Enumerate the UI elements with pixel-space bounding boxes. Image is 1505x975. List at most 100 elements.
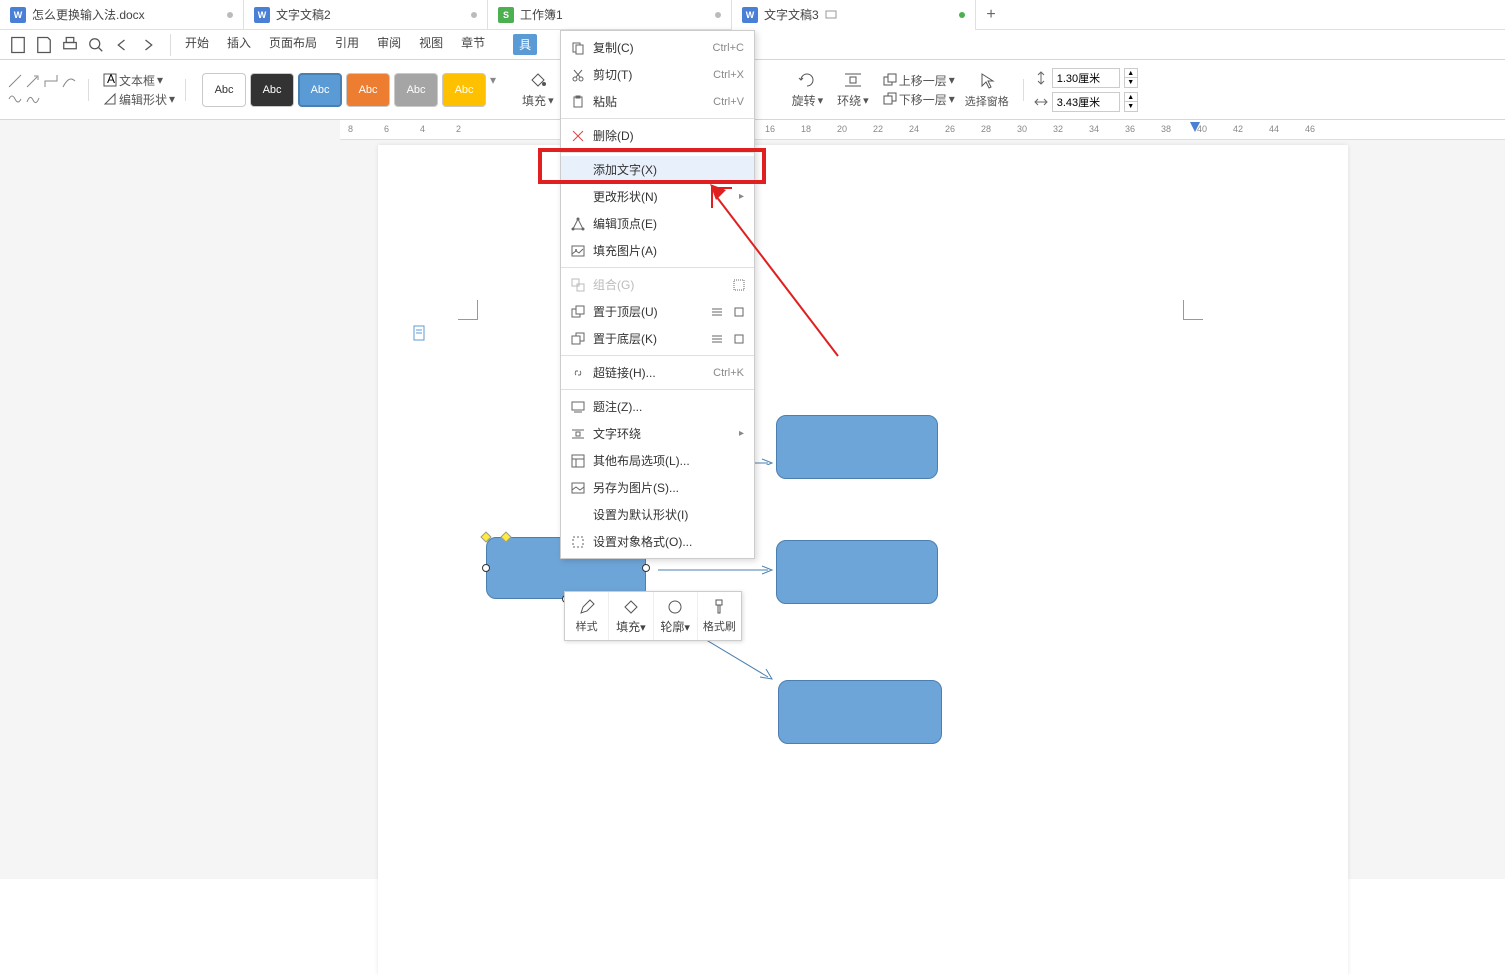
resize-handle[interactable] (482, 564, 490, 572)
caption-icon (571, 400, 585, 414)
mini-fill-button[interactable]: 填充▾ (609, 592, 653, 640)
edit-shape-icon (103, 92, 117, 106)
menu-view[interactable]: 视图 (419, 34, 443, 55)
more-styles-button[interactable]: ▾ (490, 73, 506, 107)
drawing-tools-tab[interactable]: 具 (513, 34, 537, 55)
mini-outline-button[interactable]: 轮廓▾ (654, 592, 698, 640)
delete-icon (571, 129, 585, 143)
cm-edit-points[interactable]: 编辑顶点(E) (561, 210, 754, 237)
mini-toolbar: 样式 填充▾ 轮廓▾ 格式刷 (564, 591, 742, 641)
cm-add-text[interactable]: 添加文字(X) (561, 156, 754, 183)
horizontal-ruler[interactable]: 8 6 4 2 16 18 20 22 24 26 28 30 32 34 36… (340, 120, 1505, 140)
tab-indicator (227, 12, 233, 18)
bring-forward-icon (883, 73, 897, 87)
pen-icon (578, 598, 596, 616)
document-page[interactable]: 样式 填充▾ 轮廓▾ 格式刷 (378, 145, 1348, 975)
layer-icon[interactable] (710, 332, 724, 346)
mini-format-painter-button[interactable]: 格式刷 (698, 592, 741, 640)
cm-delete[interactable]: 删除(D) (561, 122, 754, 149)
cm-paste[interactable]: 粘贴 Ctrl+V (561, 88, 754, 115)
context-menu: 复制(C) Ctrl+C 剪切(T) Ctrl+X 粘贴 Ctrl+V 删除(D… (560, 30, 755, 559)
new-doc-button[interactable] (8, 35, 28, 55)
cm-copy[interactable]: 复制(C) Ctrl+C (561, 34, 754, 61)
tab-doc1[interactable]: W 怎么更换输入法.docx (0, 0, 244, 30)
cm-text-wrap[interactable]: 文字环绕 ▸ (561, 420, 754, 447)
mini-style-button[interactable]: 样式 (565, 592, 609, 640)
new-tab-button[interactable]: + (976, 6, 1006, 24)
layer-icon[interactable] (732, 332, 746, 346)
cm-hyperlink[interactable]: 超链接(H)... Ctrl+K (561, 359, 754, 386)
menu-layout[interactable]: 页面布局 (269, 34, 317, 55)
cm-more-layout[interactable]: 其他布局选项(L)... (561, 447, 754, 474)
cursor-icon (977, 71, 997, 91)
save-button[interactable] (34, 35, 54, 55)
style-swatch-1[interactable]: Abc (202, 73, 246, 107)
edit-shape-button[interactable]: 编辑形状▾ (103, 91, 175, 108)
brush-icon (710, 598, 728, 616)
cm-fill-picture[interactable]: 填充图片(A) (561, 237, 754, 264)
menu-start[interactable]: 开始 (185, 34, 209, 55)
bring-forward-button[interactable]: 上移一层▾ (883, 72, 955, 89)
layer-icon[interactable] (732, 305, 746, 319)
style-swatch-3[interactable]: Abc (298, 73, 342, 107)
menu-review[interactable]: 审阅 (377, 34, 401, 55)
menu-insert[interactable]: 插入 (227, 34, 251, 55)
select-pane-button[interactable]: 选择窗格 (961, 71, 1013, 109)
width-up[interactable]: ▲ (1125, 93, 1137, 102)
width-down[interactable]: ▼ (1125, 102, 1137, 111)
style-swatch-4[interactable]: Abc (346, 73, 390, 107)
redo-button[interactable] (138, 35, 158, 55)
textbox-button[interactable]: A 文本框▾ (103, 72, 175, 89)
cm-send-back[interactable]: 置于底层(K) (561, 325, 754, 352)
cm-caption[interactable]: 题注(Z)... (561, 393, 754, 420)
connector-arrow[interactable] (658, 565, 778, 575)
group-sub-icon (732, 278, 746, 292)
cm-set-default[interactable]: 设置为默认形状(I) (561, 501, 754, 528)
style-swatch-5[interactable]: Abc (394, 73, 438, 107)
line-icon (8, 74, 22, 88)
shape-gallery[interactable] (8, 74, 78, 106)
cm-bring-front[interactable]: 置于顶层(U) (561, 298, 754, 325)
print-button[interactable] (60, 35, 80, 55)
cm-change-shape[interactable]: 更改形状(N) ▸ (561, 183, 754, 210)
cm-save-as-pic[interactable]: 另存为图片(S)... (561, 474, 754, 501)
cm-cut[interactable]: 剪切(T) Ctrl+X (561, 61, 754, 88)
tab-title: 工作簿1 (520, 6, 563, 23)
layer-icon[interactable] (710, 305, 724, 319)
paragraph-icon (413, 325, 427, 341)
rotate-button[interactable]: 旋转▾ (788, 70, 828, 109)
present-icon[interactable] (825, 9, 837, 21)
width-input[interactable] (1052, 92, 1120, 112)
print-preview-button[interactable] (86, 35, 106, 55)
menu-section[interactable]: 章节 (461, 34, 485, 55)
submenu-arrow-icon: ▸ (739, 428, 744, 439)
rounded-rect-shape[interactable] (778, 680, 942, 744)
word-icon: W (10, 7, 26, 23)
layout-icon (571, 454, 585, 468)
tab-bar: W 怎么更换输入法.docx W 文字文稿2 S 工作簿1 W 文字文稿3 + (0, 0, 1505, 30)
tab-doc3[interactable]: W 文字文稿3 (732, 0, 976, 30)
menu-ref[interactable]: 引用 (335, 34, 359, 55)
tab-doc2[interactable]: W 文字文稿2 (244, 0, 488, 30)
tab-sheet1[interactable]: S 工作簿1 (488, 0, 732, 30)
ruler-indent-marker[interactable] (1190, 122, 1200, 134)
height-down[interactable]: ▼ (1125, 78, 1137, 87)
rounded-rect-shape[interactable] (776, 540, 938, 604)
height-input[interactable] (1052, 68, 1120, 88)
cm-format-object[interactable]: 设置对象格式(O)... (561, 528, 754, 555)
send-back-icon (571, 332, 585, 346)
fill-button[interactable]: 填充▾ (518, 70, 558, 109)
style-swatch-2[interactable]: Abc (250, 73, 294, 107)
cut-icon (571, 68, 585, 82)
edit-points-icon (571, 217, 585, 231)
scribble-icon (26, 92, 40, 106)
cm-group: 组合(G) (561, 271, 754, 298)
tab-title: 怎么更换输入法.docx (32, 6, 145, 23)
height-up[interactable]: ▲ (1125, 69, 1137, 78)
undo-button[interactable] (112, 35, 132, 55)
rounded-rect-shape[interactable] (776, 415, 938, 479)
style-swatch-6[interactable]: Abc (442, 73, 486, 107)
wrap-button[interactable]: 环绕▾ (833, 70, 873, 109)
resize-handle[interactable] (642, 564, 650, 572)
send-backward-button[interactable]: 下移一层▾ (883, 91, 955, 108)
